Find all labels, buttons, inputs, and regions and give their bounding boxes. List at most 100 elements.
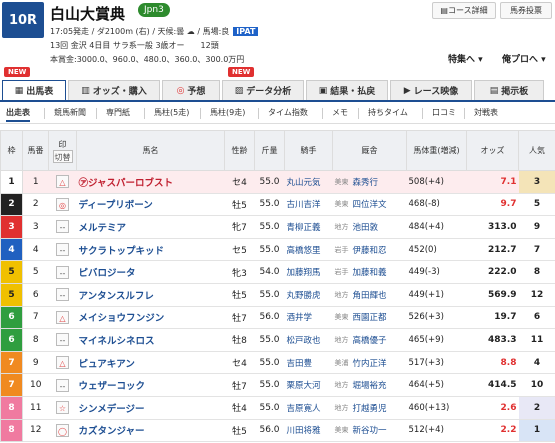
odds-cell[interactable]: 2.6 (466, 396, 519, 420)
tab-prediction[interactable]: ◎ 予想 (162, 80, 220, 100)
table-row[interactable]: 3 3 -- メルテミア 牝7 55.0 青柳正義 地方 池田敦 484(+4) 313.0 9 (0, 215, 555, 239)
mark-cell[interactable]: ☆ (48, 396, 77, 420)
col-mark[interactable]: 印切替 (48, 130, 77, 171)
odds-cell[interactable]: 7.1 (466, 170, 519, 194)
col-ninki[interactable]: 人気 (518, 130, 555, 171)
tab-video[interactable]: ▶ レース映像 (390, 80, 472, 100)
mark-cell[interactable]: △ (48, 306, 77, 330)
special-link[interactable]: 特集へ ▾ (448, 52, 483, 65)
trainer-link[interactable]: 四位洋文 (350, 193, 407, 217)
mark-select[interactable]: ◯ (56, 423, 69, 437)
tab-results[interactable]: ▣ 結果・払戻 (306, 80, 388, 100)
mark-select[interactable]: -- (56, 243, 69, 257)
subtab-memo[interactable]: メモ (332, 107, 348, 118)
mark-cell[interactable]: △ (48, 351, 77, 375)
odds-cell[interactable]: 19.7 (466, 306, 519, 330)
horse-name-link[interactable]: メルテミア (76, 215, 225, 239)
jockey-link[interactable]: 川田将雅 (284, 419, 333, 443)
table-row[interactable]: 5 6 -- アンタンスルフレ 牡5 55.0 丸野勝虎 地方 角田輝也 449(+1) 569.9… (0, 282, 555, 307)
jockey-link[interactable]: 丸野勝虎 (284, 283, 333, 307)
odds-cell[interactable]: 8.8 (466, 351, 519, 375)
col-sexage[interactable]: 性齢 (224, 130, 255, 171)
table-row[interactable]: 8 11 ☆ シンメデージー 牡4 55.0 吉原寛人 地方 打越勇児 460(+13) 2.6 2 (0, 395, 555, 420)
subtab-past9[interactable]: 馬柱(9走) (210, 107, 245, 118)
vote-button[interactable]: 馬券投票 (500, 2, 552, 19)
horse-name-link[interactable]: メイショウフンジン (76, 306, 225, 330)
tab-board[interactable]: ▤ 掲示板 (474, 80, 544, 100)
horse-name-link[interactable]: カズタンジャー (76, 419, 225, 443)
mark-cell[interactable]: -- (48, 215, 77, 239)
odds-cell[interactable]: 569.9 (466, 283, 519, 307)
mark-cell[interactable]: ◯ (48, 419, 77, 443)
mark-select[interactable]: -- (56, 220, 69, 234)
mark-select[interactable]: △ (56, 356, 69, 370)
mark-select[interactable]: ☆ (56, 401, 69, 415)
trainer-link[interactable]: 西園正都 (350, 306, 407, 330)
mark-select[interactable]: △ (56, 175, 69, 189)
subtab-reviews[interactable]: 口コミ (432, 107, 456, 118)
jockey-link[interactable]: 松戸政也 (284, 328, 333, 352)
jockey-link[interactable]: 酒井学 (284, 306, 333, 330)
jockey-link[interactable]: 青柳正義 (284, 215, 333, 239)
table-row[interactable]: 7 9 △ ピュアキアン セ4 55.0 吉田豊 美浦 竹内正洋 517(+3) 8.8 4 (0, 350, 555, 375)
odds-cell[interactable]: 414.5 (466, 373, 519, 397)
table-row[interactable]: 6 7 △ メイショウフンジン 牡7 56.0 酒井学 美東 西園正都 526(+3) 19.7 6 (0, 305, 555, 330)
horse-name-link[interactable]: ピバロジータ (76, 260, 225, 284)
trainer-link[interactable]: 新谷功一 (350, 419, 407, 443)
jockey-link[interactable]: 栗原大河 (284, 373, 333, 397)
mark-cell[interactable]: △ (48, 170, 77, 194)
trainer-link[interactable]: 加藤和義 (350, 260, 407, 284)
mark-select[interactable]: -- (56, 333, 69, 347)
mark-switch-button[interactable]: 切替 (52, 149, 73, 163)
tab-data-analysis[interactable]: ▨ データ分析 (222, 80, 304, 100)
jockey-link[interactable]: 丸山元気 (284, 170, 333, 194)
trainer-link[interactable]: 森秀行 (350, 170, 407, 194)
trainer-link[interactable]: 伊藤和忍 (350, 238, 407, 262)
odds-cell[interactable]: 483.3 (466, 328, 519, 352)
table-row[interactable]: 4 4 -- サクラトップキッド セ5 55.0 高橋悠里 岩手 伊藤和忍 452(0) 212.7… (0, 237, 555, 262)
jockey-link[interactable]: 吉田豊 (284, 351, 333, 375)
mark-cell[interactable]: -- (48, 328, 77, 352)
horse-name-link[interactable]: マイネルシネロス (76, 328, 225, 352)
mark-select[interactable]: -- (56, 378, 69, 392)
horse-name-link[interactable]: ピュアキアン (76, 351, 225, 375)
ipat-badge[interactable]: IPAT (233, 27, 259, 36)
table-row[interactable]: 8 12 ◯ カズタンジャー 牡5 56.0 川田将雅 美東 新谷功一 512(+4) 2.2 1 (0, 418, 555, 443)
horse-name-link[interactable]: ㋐ジャスパーロブスト (76, 170, 225, 194)
odds-cell[interactable]: 212.7 (466, 238, 519, 262)
subtab-matchups[interactable]: 対戦表 (474, 107, 498, 118)
horse-name-link[interactable]: ディープリボーン (76, 193, 225, 217)
trainer-link[interactable]: 堀場裕充 (350, 373, 407, 397)
tab-entries[interactable]: ▦ 出馬表 (2, 80, 66, 100)
odds-cell[interactable]: 2.2 (466, 419, 519, 443)
table-row[interactable]: 6 8 -- マイネルシネロス 牡8 55.0 松戸政也 地方 高橋優子 465(+9) 483.3… (0, 328, 555, 352)
mark-select[interactable]: ◎ (56, 197, 69, 211)
jockey-link[interactable]: 高橋悠里 (284, 238, 333, 262)
mark-cell[interactable]: -- (48, 373, 77, 397)
trainer-link[interactable]: 池田敦 (350, 215, 407, 239)
table-row[interactable]: 1 1 △ ㋐ジャスパーロブスト セ4 55.0 丸山元気 美東 森秀行 508(+4) 7.1 3 (0, 170, 555, 194)
mark-select[interactable]: -- (56, 288, 69, 302)
horse-name-link[interactable]: サクラトップキッド (76, 238, 225, 262)
horse-name-link[interactable]: アンタンスルフレ (76, 283, 225, 307)
odds-cell[interactable]: 313.0 (466, 215, 519, 239)
tab-odds[interactable]: ▥ オッズ・購入 (68, 80, 160, 100)
col-kinryo[interactable]: 斤量 (254, 130, 285, 171)
trainer-link[interactable]: 打越勇児 (350, 396, 407, 420)
subtab-newspaper[interactable]: 競馬新聞 (54, 107, 86, 118)
mark-cell[interactable]: -- (48, 283, 77, 307)
mark-cell[interactable]: -- (48, 260, 77, 284)
horse-name-link[interactable]: シンメデージー (76, 396, 225, 420)
odds-cell[interactable]: 222.0 (466, 260, 519, 284)
odds-cell[interactable]: 9.7 (466, 193, 519, 217)
subtab-time-index[interactable]: タイム指数 (268, 107, 308, 118)
trainer-link[interactable]: 高橋優子 (350, 328, 407, 352)
trainer-link[interactable]: 角田輝也 (350, 283, 407, 307)
subtab-best-time[interactable]: 持ちタイム (368, 107, 408, 118)
mypro-link[interactable]: 俺プロへ ▾ (502, 52, 546, 65)
table-row[interactable]: 5 5 -- ピバロジータ 牝3 54.0 加藤翔馬 岩手 加藤和義 449(-3) 222.0 8 (0, 260, 555, 284)
subtab-special-paper[interactable]: 専門紙 (106, 107, 130, 118)
col-weight[interactable]: 馬体重(増減) (406, 130, 467, 171)
mark-cell[interactable]: ◎ (48, 193, 77, 217)
subtab-past5[interactable]: 馬柱(5走) (154, 107, 189, 118)
